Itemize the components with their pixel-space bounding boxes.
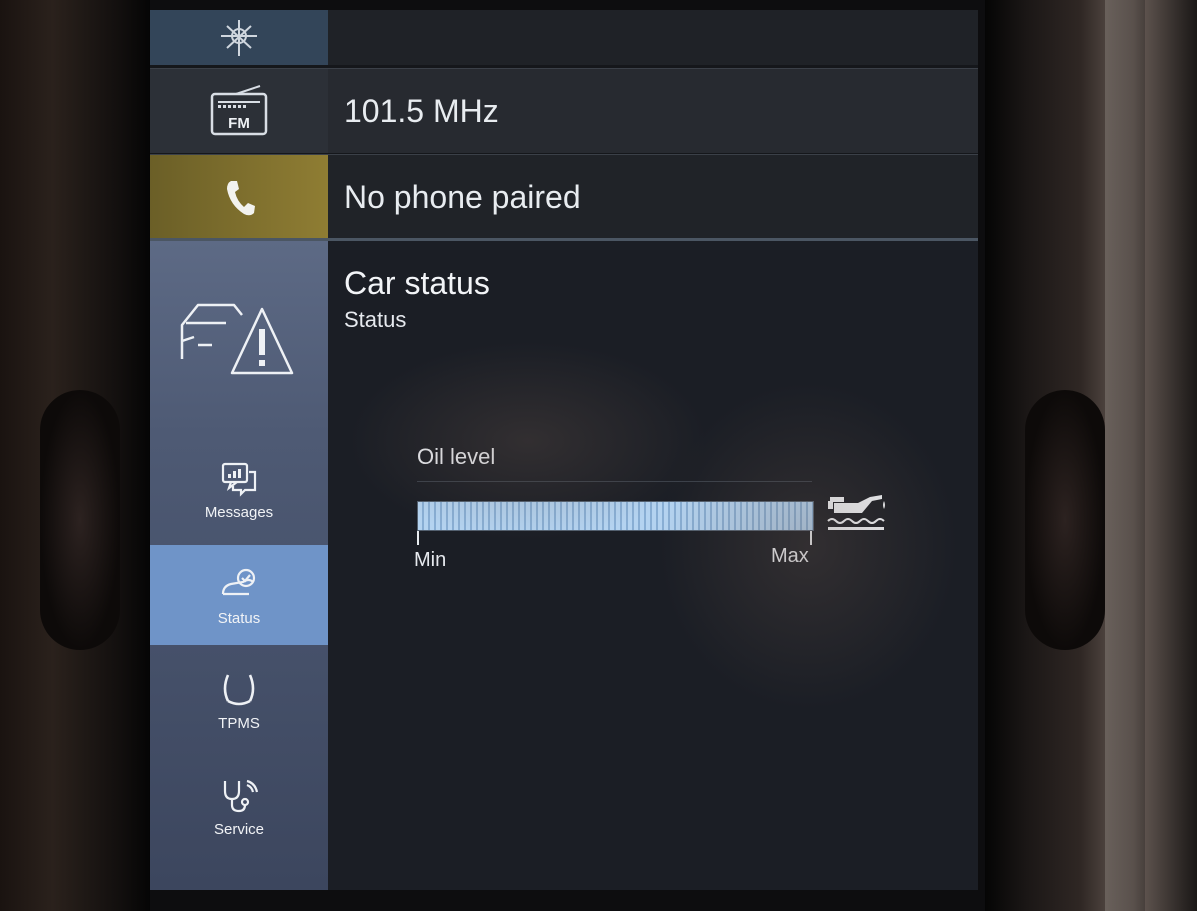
sidebar-item-service[interactable]: Service <box>150 756 328 856</box>
bezel-trim <box>1105 0 1145 911</box>
bezel-left <box>0 0 150 911</box>
infotainment-screen: FM 101.5 MHz No phone paired Messages St… <box>150 10 978 890</box>
sidebar-item-messages[interactable]: Messages <box>150 439 328 539</box>
page-title: Car status <box>344 265 490 301</box>
navigation-row[interactable] <box>150 10 978 65</box>
sidebar-item-tpms[interactable]: TPMS <box>150 650 328 750</box>
radio-row[interactable]: FM 101.5 MHz <box>150 68 978 153</box>
sidebar-item-label: TPMS <box>218 714 260 732</box>
oil-level-fill <box>418 502 813 530</box>
radio-station-label: 101.5 MHz <box>328 69 978 153</box>
car-status-icon <box>221 568 256 595</box>
navigation-compass-icon <box>221 19 257 56</box>
messages-icon <box>221 462 257 497</box>
sidebar-item-status[interactable]: Status <box>150 545 328 645</box>
service-stethoscope-icon <box>223 779 259 812</box>
car-warning-icon <box>180 303 294 375</box>
phone-row[interactable]: No phone paired <box>150 154 978 239</box>
oil-min-label: Min <box>414 549 447 571</box>
oil-can-icon <box>827 495 885 530</box>
phone-icon <box>227 181 255 216</box>
oil-max-tick <box>810 531 812 545</box>
radio-icon-cell: FM <box>150 69 328 153</box>
car-status-sidebar: Messages Status TPMS Service <box>150 241 328 890</box>
oil-level-bar <box>417 501 814 531</box>
bezel-reflection <box>40 390 120 650</box>
sidebar-item-label: Service <box>213 820 265 838</box>
sidebar-item-label: Messages <box>204 503 274 521</box>
tire-pressure-icon <box>223 673 255 705</box>
sidebar-item-label: Status <box>217 609 261 627</box>
oil-min-tick <box>417 531 419 545</box>
oil-level-label: Oil level <box>417 444 496 469</box>
fm-icon-text: FM <box>228 115 250 132</box>
phone-status-label: No phone paired <box>328 155 978 239</box>
oil-max-label: Max <box>771 545 809 567</box>
oil-level-divider <box>417 481 812 482</box>
navigation-text-cell <box>328 10 978 65</box>
fm-radio-icon: FM <box>210 85 268 136</box>
bezel-right <box>985 0 1197 911</box>
phone-icon-cell <box>150 155 328 239</box>
bezel-reflection <box>1025 390 1105 650</box>
car-status-panel: Messages Status TPMS Service Car status … <box>150 241 978 890</box>
car-status-content: Car status Status Oil level Min Max <box>328 241 978 890</box>
page-subtitle: Status <box>344 307 407 332</box>
navigation-icon-cell <box>150 10 328 65</box>
